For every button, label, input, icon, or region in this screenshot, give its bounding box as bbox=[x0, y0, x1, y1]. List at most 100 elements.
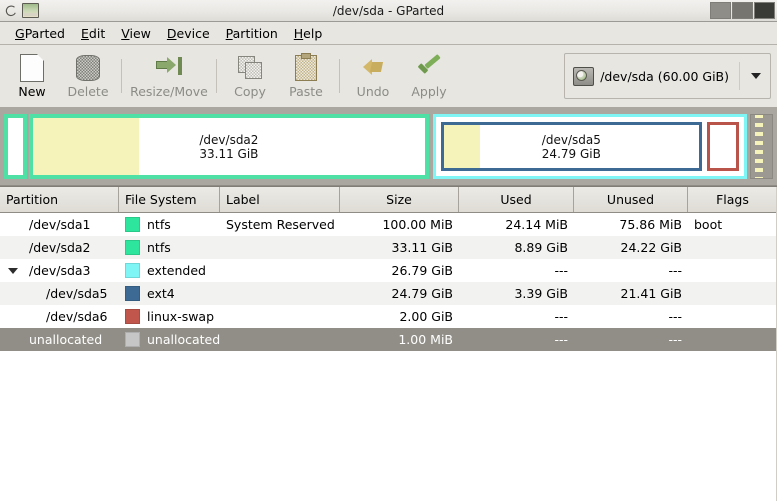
gparted-app-icon bbox=[22, 3, 39, 18]
column-header-label[interactable]: Label bbox=[220, 187, 340, 212]
sda6-block[interactable] bbox=[706, 122, 740, 171]
column-header-flags[interactable]: Flags bbox=[688, 187, 777, 212]
menu-view[interactable]: View bbox=[113, 24, 159, 43]
filesystem-color-swatch bbox=[125, 240, 140, 255]
device-selector-divider bbox=[739, 62, 740, 90]
cell-unused: 75.86 MiB bbox=[619, 217, 682, 232]
filesystem-color-swatch bbox=[125, 217, 140, 232]
sda3-extended-block[interactable]: /dev/sda5 24.79 GiB bbox=[432, 114, 748, 179]
sda2-block-size: 33.11 GiB bbox=[199, 146, 259, 161]
chevron-down-icon[interactable] bbox=[751, 73, 761, 79]
close-button[interactable] bbox=[754, 2, 775, 19]
cell-partition-text: /dev/sda3 bbox=[29, 263, 91, 278]
new-document-icon bbox=[19, 53, 45, 82]
cell-filesystem-text: ext4 bbox=[147, 286, 175, 301]
menu-help-rest: elp bbox=[303, 25, 323, 41]
table-row[interactable]: /dev/sda2 ntfs 33.11 GiB 8.89 GiB 24.22 … bbox=[0, 236, 777, 259]
toolbar-separator-3 bbox=[339, 59, 340, 93]
partition-graphic: /dev/sda2 33.11 GiB /dev/sda5 24.79 GiB bbox=[0, 108, 777, 186]
toolbar-separator-2 bbox=[216, 59, 217, 93]
row-expander-toggle[interactable] bbox=[6, 267, 20, 274]
table-empty-area bbox=[0, 351, 777, 501]
cell-size: 24.79 GiB bbox=[391, 286, 454, 301]
menu-partition-rest: artition bbox=[232, 25, 278, 41]
table-header-row: Partition File System Label Size Used Un… bbox=[0, 187, 777, 213]
sda2-block-text: /dev/sda2 33.11 GiB bbox=[199, 133, 258, 161]
unallocated-block[interactable] bbox=[750, 114, 773, 179]
minimize-button[interactable] bbox=[710, 2, 731, 19]
delete-button[interactable]: Delete bbox=[60, 47, 116, 105]
cell-filesystem: ext4 bbox=[119, 286, 220, 301]
window-menu-icon[interactable] bbox=[4, 4, 18, 18]
cell-partition: /dev/sda3 bbox=[0, 263, 119, 278]
column-header-used[interactable]: Used bbox=[459, 187, 574, 212]
menu-edit-rest: dit bbox=[88, 25, 106, 41]
sda5-used-fill bbox=[443, 125, 480, 168]
sda5-block-text: /dev/sda5 24.79 GiB bbox=[542, 133, 601, 161]
sda2-block-name: /dev/sda2 bbox=[199, 132, 259, 147]
cell-filesystem-text: extended bbox=[147, 263, 206, 278]
resize-move-button[interactable]: Resize/Move bbox=[127, 47, 211, 105]
device-selector-value: /dev/sda (60.00 GiB) bbox=[600, 68, 729, 84]
menu-help[interactable]: Help bbox=[286, 24, 331, 43]
menu-gparted[interactable]: GParted bbox=[7, 24, 73, 43]
cell-partition: /dev/sda5 bbox=[0, 286, 119, 301]
cell-used: 8.89 GiB bbox=[514, 240, 568, 255]
maximize-button[interactable] bbox=[732, 2, 753, 19]
cell-size: 26.79 GiB bbox=[391, 263, 454, 278]
table-row[interactable]: /dev/sda5 ext4 24.79 GiB 3.39 GiB 21.41 … bbox=[0, 282, 777, 305]
cell-filesystem: unallocated bbox=[119, 332, 220, 347]
new-button[interactable]: New bbox=[4, 47, 60, 105]
sda2-block[interactable]: /dev/sda2 33.11 GiB bbox=[28, 114, 429, 179]
table-row[interactable]: /dev/sda3 extended 26.79 GiB --- --- bbox=[0, 259, 777, 282]
column-header-unused[interactable]: Unused bbox=[574, 187, 688, 212]
menu-view-rest: iew bbox=[129, 25, 151, 41]
table-row[interactable]: /dev/sda1 ntfs System Reserved 100.00 Mi… bbox=[0, 213, 777, 236]
cell-unused: 24.22 GiB bbox=[620, 240, 683, 255]
new-button-label: New bbox=[18, 84, 46, 99]
cell-filesystem-text: ntfs bbox=[147, 217, 171, 232]
menu-partition[interactable]: Partition bbox=[218, 24, 286, 43]
cell-partition-text: /dev/sda6 bbox=[46, 309, 108, 324]
cell-partition: /dev/sda2 bbox=[0, 240, 119, 255]
cell-filesystem: ntfs bbox=[119, 240, 220, 255]
copy-button[interactable]: Copy bbox=[222, 47, 278, 105]
cell-partition: unallocated bbox=[0, 332, 119, 347]
cell-filesystem: linux-swap bbox=[119, 309, 220, 324]
paste-button[interactable]: Paste bbox=[278, 47, 334, 105]
delete-button-label: Delete bbox=[67, 84, 109, 99]
cell-filesystem: extended bbox=[119, 263, 220, 278]
title-bar: /dev/sda - GParted bbox=[0, 0, 777, 22]
cell-size: 100.00 MiB bbox=[382, 217, 453, 232]
cell-partition-text: unallocated bbox=[29, 332, 103, 347]
sda5-block[interactable]: /dev/sda5 24.79 GiB bbox=[440, 122, 702, 171]
cell-partition-text: /dev/sda5 bbox=[46, 286, 108, 301]
cell-used: --- bbox=[554, 309, 568, 324]
cell-label: System Reserved bbox=[226, 217, 335, 232]
table-row[interactable]: unallocated unallocated 1.00 MiB --- --- bbox=[0, 328, 777, 351]
column-header-size[interactable]: Size bbox=[340, 187, 459, 212]
sda1-block[interactable] bbox=[4, 114, 27, 179]
apply-checkmark-icon bbox=[416, 53, 442, 81]
table-row[interactable]: /dev/sda6 linux-swap 2.00 GiB --- --- bbox=[0, 305, 777, 328]
cell-filesystem-text: unallocated bbox=[147, 332, 220, 347]
apply-button[interactable]: Apply bbox=[401, 47, 457, 105]
cell-used: 3.39 GiB bbox=[514, 286, 568, 301]
toolbar-separator-1 bbox=[121, 59, 122, 93]
paste-icon bbox=[293, 53, 319, 81]
paste-button-label: Paste bbox=[289, 84, 323, 99]
apply-button-label: Apply bbox=[411, 84, 447, 99]
menu-gparted-rest: Parted bbox=[24, 25, 65, 41]
resize-move-button-label: Resize/Move bbox=[130, 84, 208, 99]
column-header-filesystem[interactable]: File System bbox=[119, 187, 220, 212]
column-header-partition[interactable]: Partition bbox=[0, 187, 119, 212]
device-selector[interactable]: /dev/sda (60.00 GiB) bbox=[564, 53, 771, 99]
cell-filesystem-text: linux-swap bbox=[147, 309, 215, 324]
cell-filesystem-text: ntfs bbox=[147, 240, 171, 255]
sda5-block-size: 24.79 GiB bbox=[541, 146, 601, 161]
menu-bar: GParted Edit View Device Partition Help bbox=[0, 22, 777, 45]
menu-device[interactable]: Device bbox=[159, 24, 218, 43]
undo-button[interactable]: Undo bbox=[345, 47, 401, 105]
menu-edit[interactable]: Edit bbox=[73, 24, 113, 43]
cell-unused: --- bbox=[668, 263, 682, 278]
